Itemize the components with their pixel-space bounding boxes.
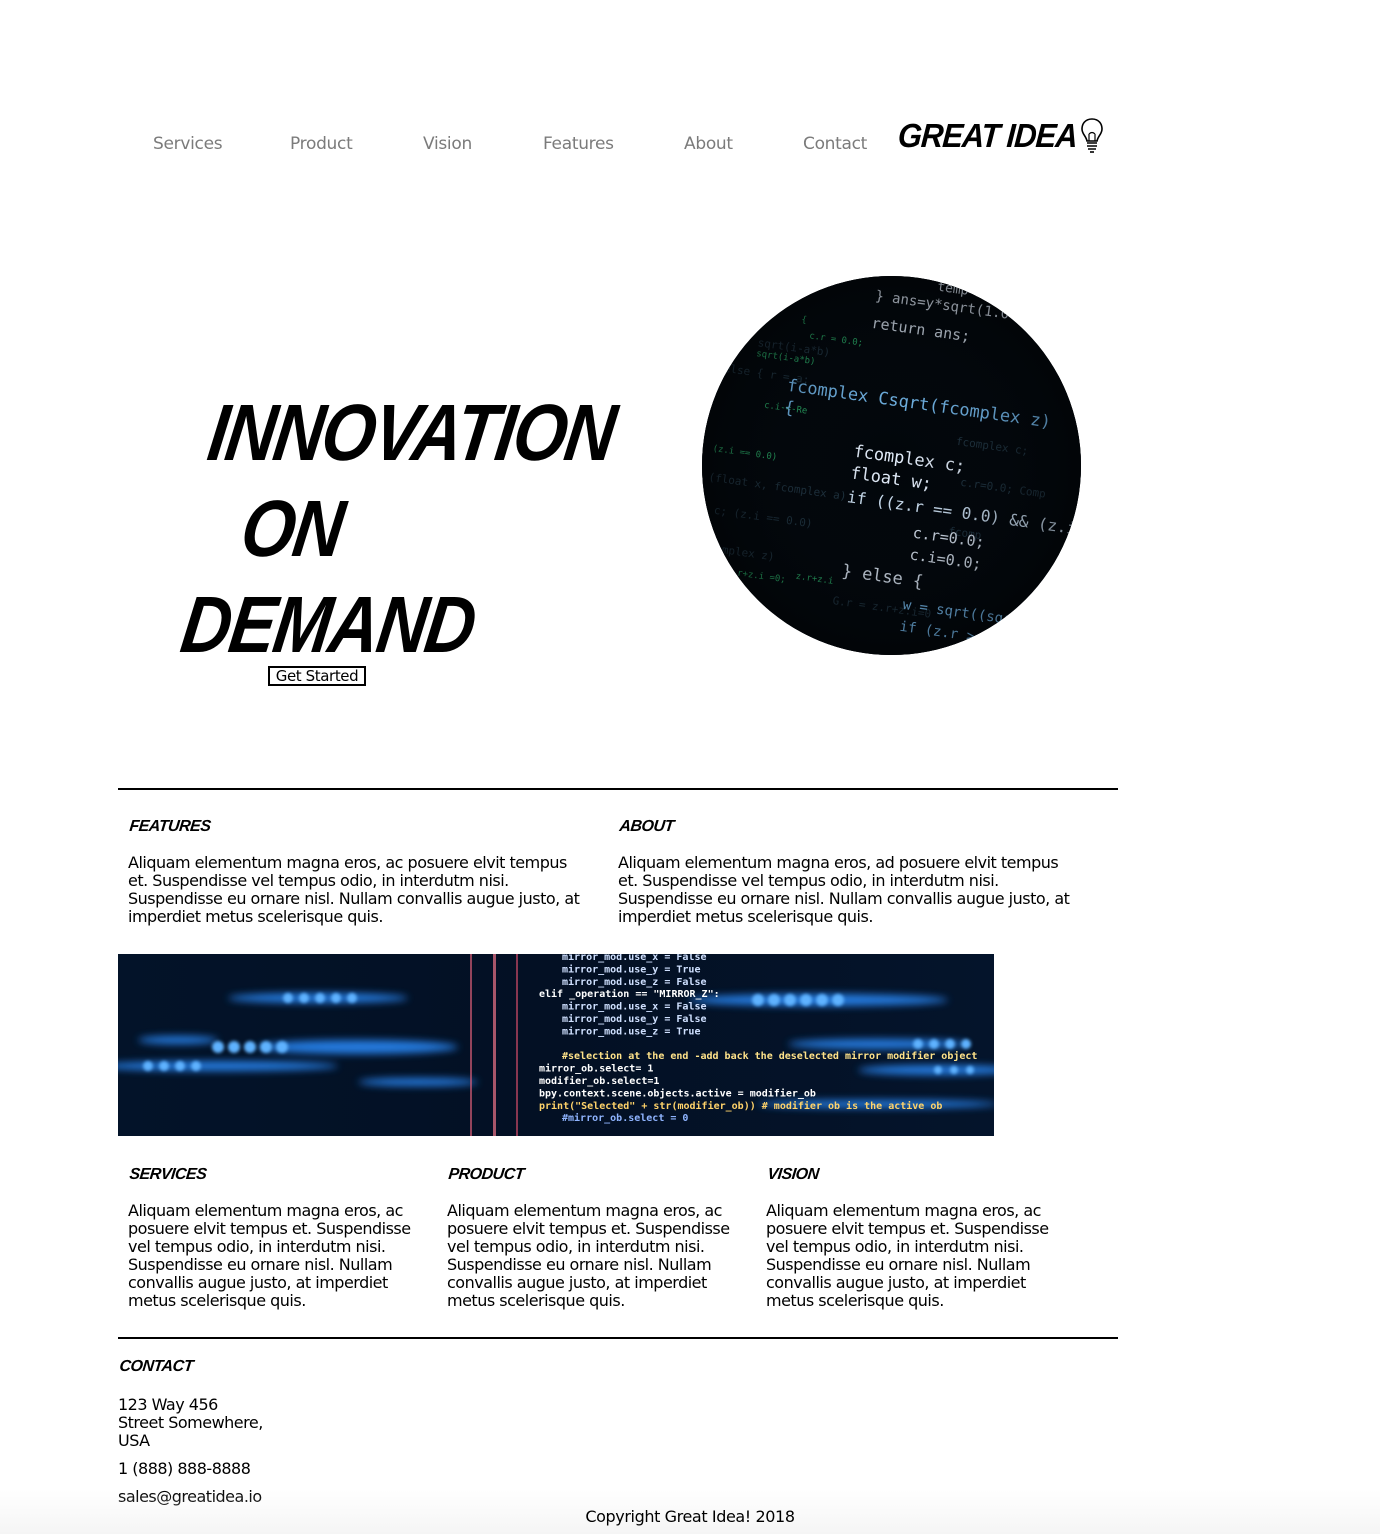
banner-code-line: bpy.context.scene.objects.active = modif… [539, 1087, 816, 1099]
about-heading: About [618, 818, 675, 835]
contact-details: 123 Way 456 Street Somewhere, USA 1 (888… [118, 1396, 418, 1506]
features-body: Aliquam elementum magna eros, ac posuere… [128, 853, 580, 926]
nav-link-about[interactable]: About [684, 134, 733, 154]
banner-code-line: mirror_mod.use_z = False [562, 976, 707, 988]
contact-heading: Contact [118, 1358, 194, 1375]
nav-link-features[interactable]: Features [543, 134, 614, 154]
product-heading: Product [447, 1166, 525, 1183]
product-body: Aliquam elementum magna eros, ac posuere… [447, 1201, 730, 1310]
vision-body: Aliquam elementum magna eros, ac posuere… [766, 1201, 1049, 1310]
contact-section: Contact 123 Way 456 Street Somewhere, US… [118, 1358, 418, 1506]
section-divider [118, 1337, 1118, 1339]
banner-code-line: modifier_ob.select=1 [539, 1075, 659, 1087]
banner-code-line: mirror_mod.use_y = True [562, 963, 700, 975]
get-started-button[interactable]: Get Started [268, 666, 366, 686]
product-section: Product Aliquam elementum magna eros, ac… [447, 1166, 737, 1326]
nav-link-contact[interactable]: Contact [803, 134, 867, 154]
nav-link-vision[interactable]: Vision [423, 134, 472, 154]
banner-code-line: mirror_mod.use_z = True [562, 1025, 700, 1037]
address-line-2: Street Somewhere, [118, 1413, 263, 1432]
about-body: Aliquam elementum magna eros, ad posuere… [618, 853, 1070, 926]
about-section: About Aliquam elementum magna eros, ad p… [618, 818, 1078, 942]
address-line-3: USA [118, 1431, 150, 1450]
vision-section: Vision Aliquam elementum magna eros, ac … [766, 1166, 1056, 1326]
banner-code-line: mirror_mod.use_x = False [562, 954, 707, 963]
banner-code-graphic: mirror_mod.use_x = Falsemirror_mod.use_y… [118, 954, 994, 1136]
copyright-text: Copyright Great Idea! 2018 [585, 1507, 795, 1526]
nav-link-services[interactable]: Services [153, 134, 223, 154]
vision-heading: Vision [766, 1166, 820, 1183]
hero-code-graphic: sqrt(i-a*b) else { r = a; fcomplex c; c.… [702, 276, 1081, 655]
brand-logo[interactable]: GREAT IDEA [896, 114, 1105, 158]
banner-code-line: elif _operation == "MIRROR_Z": [539, 988, 720, 1000]
services-heading: Services [128, 1166, 208, 1183]
features-section: Features Aliquam elementum magna eros, a… [128, 818, 588, 942]
banner-code-line: mirror_mod.use_y = False [562, 1013, 707, 1025]
banner-code-line: mirror_ob.select= 1 [539, 1063, 653, 1075]
logo-text: GREAT IDEA [896, 116, 1079, 155]
hero-code-image: sqrt(i-a*b) else { r = a; fcomplex c; c.… [702, 276, 1081, 655]
hero-headline: INNOVATION ON DEMAND [176, 385, 621, 673]
banner-code-line: print("Selected" + str(modifier_ob)) # m… [539, 1100, 942, 1112]
hero-line-innovation: INNOVATION [203, 388, 621, 477]
email-link[interactable]: sales@greatidea.io [118, 1488, 418, 1506]
lightbulb-icon [1081, 118, 1103, 153]
banner-code-line: mirror_mod.use_x = False [562, 1001, 707, 1013]
nav-link-product[interactable]: Product [290, 134, 353, 154]
banner-code-line: #mirror_ob.select = 0 [562, 1112, 688, 1124]
services-body: Aliquam elementum magna eros, ac posuere… [128, 1201, 411, 1310]
phone-number[interactable]: 1 (888) 888-8888 [118, 1460, 418, 1478]
banner-code-line: #selection at the end -add back the dese… [562, 1050, 977, 1062]
main-nav: Services Product Vision Features About C… [0, 134, 900, 162]
features-heading: Features [128, 818, 212, 835]
hero-line-demand: DEMAND [176, 580, 481, 669]
hero-line-on: ON [236, 484, 349, 573]
section-divider [118, 788, 1118, 790]
address-line-1: 123 Way 456 [118, 1395, 218, 1414]
code-banner-image: mirror_mod.use_x = False mirror_mod.use_y… [118, 954, 994, 1136]
services-section: Services Aliquam elementum magna eros, a… [128, 1166, 418, 1326]
